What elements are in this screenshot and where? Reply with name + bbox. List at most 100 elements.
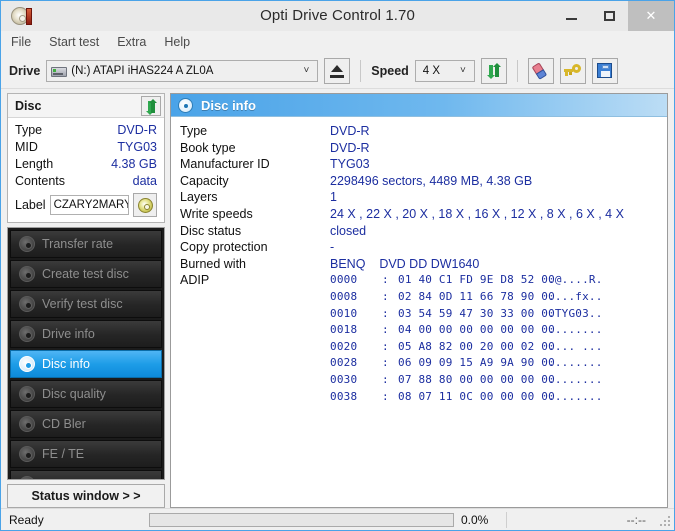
progress-bar [149,512,454,527]
chevron-down-icon: ˅ [459,65,466,76]
sidebar-item-label: Transfer rate [42,237,114,251]
disc-row-key: Length [15,157,54,171]
hex-separator: : [382,389,389,403]
info-row-disc-status: Disc status closed [171,223,667,240]
info-key: Type [180,124,208,138]
disc-info-panel: Disc info Type DVD-R Book type DVD-R Man… [170,93,668,508]
hex-separator: : [382,289,389,303]
speed-select-value: 4 X [422,64,441,77]
hex-bytes: 07 88 80 00 00 00 00 00 [398,372,555,386]
save-button[interactable] [591,57,618,84]
hex-separator: : [382,339,389,353]
refresh-button[interactable] [480,57,507,84]
sidebar-item-verify-test-disc[interactable]: Verify test disc [10,290,162,318]
info-row-write-speeds: Write speeds 24 X , 22 X , 20 X , 18 X ,… [171,206,667,223]
sidebar-item-label: Create test disc [42,267,129,281]
disc-row-value: DVD-R [117,123,157,137]
hex-bytes: 05 A8 82 00 20 00 02 00 [398,339,555,353]
hex-separator: : [382,306,389,320]
status-window-button[interactable]: Status window > > [7,484,165,508]
sidebar-item-transfer-rate[interactable]: Transfer rate [10,230,162,258]
info-key: Capacity [180,173,229,188]
disc-icon [19,386,35,402]
resize-grip[interactable] [658,514,670,526]
hex-bytes: 08 07 11 0C 00 00 00 00 [398,389,555,403]
disc-summary-panel: Disc Type DVD-R MID TYG03 Length 4.38 GB… [7,93,165,223]
sidebar-item-label: Drive info [42,327,95,341]
info-value: - [330,240,335,255]
key-button[interactable] [559,57,586,84]
app-window: Opti Drive Control 1.70 ✕ File Start tes… [0,0,675,531]
hex-ascii: ........ [548,356,603,370]
sidebar-item-disc-quality[interactable]: Disc quality [10,380,162,408]
hex-offset: 0010 [330,306,358,320]
drive-select[interactable]: (N:) ATAPI iHAS224 A ZL0A ˅ [46,59,319,82]
hex-offset: 0038 [330,389,358,403]
hex-row: 0020 : 05 A8 82 00 20 00 02 00 .... ... [171,339,667,356]
optical-drive-icon [51,64,68,78]
hex-offset: 0000 [330,273,358,287]
hex-offset: 0030 [330,372,358,386]
menu-item-extra[interactable]: Extra [117,35,146,49]
info-key: Copy protection [180,240,268,255]
panel-header: Disc info [171,94,667,117]
speed-select[interactable]: 4 X ˅ [414,59,475,82]
disc-row-value: TYG03 [117,140,157,154]
hex-bytes: 04 00 00 00 00 00 00 00 [398,323,555,337]
sidebar-item-create-test-disc[interactable]: Create test disc [10,260,162,288]
sidebar-item-label: CD Bler [42,417,86,431]
disc-icon [19,356,35,372]
hex-row: 0038 : 08 07 11 0C 00 00 00 00 ........ [171,389,667,406]
sidebar-item-disc-info[interactable]: Disc info [10,350,162,378]
hex-row: 0008 : 02 84 0D 11 66 78 90 00 ....fx.. [171,289,667,306]
sidebar-item-drive-info[interactable]: Drive info [10,320,162,348]
progress-percent: 0.0% [461,512,489,527]
refresh-icon [145,99,158,115]
panel-title: Disc info [201,97,256,113]
sidebar-item-cd-bler[interactable]: CD Bler [10,410,162,438]
disc-row-key: MID [15,140,38,154]
info-row-burned-with: Burned with BENQ DVD DD DW1640 [171,256,667,273]
eject-icon [330,64,345,78]
content-area: Disc Type DVD-R MID TYG03 Length 4.38 GB… [1,89,674,508]
toolbar-divider-2 [516,59,518,82]
hex-bytes: 02 84 0D 11 66 78 90 00 [398,289,555,303]
info-value: BENQ DVD DD DW1640 [330,256,480,271]
toolbar: Drive (N:) ATAPI iHAS224 A ZL0A ˅ Speed … [1,53,674,89]
chevron-down-icon: ˅ [303,65,310,76]
disc-icon [19,446,35,462]
disc-row-value: 4.38 GB [111,157,157,171]
hex-ascii: ........ [548,389,603,403]
disc-row-key: Type [15,123,43,137]
info-row-copy-protection: Copy protection - [171,239,667,256]
disc-label-input[interactable]: CZARY2MARY_ [49,195,129,215]
info-value: closed [330,223,367,238]
speed-label: Speed [371,63,409,78]
disc-row-length: Length 4.38 GB [15,156,157,173]
sidebar-item-extra-tests[interactable]: Extra tests [10,470,162,479]
menu-item-help[interactable]: Help [164,35,190,49]
eject-button[interactable] [324,57,351,84]
disc-label-button[interactable] [133,193,157,217]
menu-item-start-test[interactable]: Start test [49,35,99,49]
disc-icon [178,97,193,113]
hex-ascii: ........ [548,372,603,386]
disc-icon [19,296,35,312]
hex-ascii: ....fx.. [548,289,603,303]
hex-ascii: .TYG03.. [548,306,603,320]
disc-icon [19,326,35,342]
hex-separator: : [382,356,389,370]
hex-row: 0018 : 04 00 00 00 00 00 00 00 ........ [171,322,667,339]
disc-row-contents: Contents data [15,173,157,190]
sidebar-item-fe-te[interactable]: FE / TE [10,440,162,468]
menu-item-file[interactable]: File [11,35,31,49]
hex-separator: : [382,323,389,337]
hex-bytes: 03 54 59 47 30 33 00 00 [398,306,555,320]
erase-button[interactable] [527,57,554,84]
info-value: 24 X , 22 X , 20 X , 18 X , 16 X , 12 X … [330,206,624,221]
floppy-save-icon [597,63,613,78]
sidebar-item-label: Disc info [42,357,90,371]
disc-refresh-button[interactable] [141,95,161,116]
info-row-book-type: Book type DVD-R [171,140,667,157]
hex-ascii: .... ... [548,339,603,353]
